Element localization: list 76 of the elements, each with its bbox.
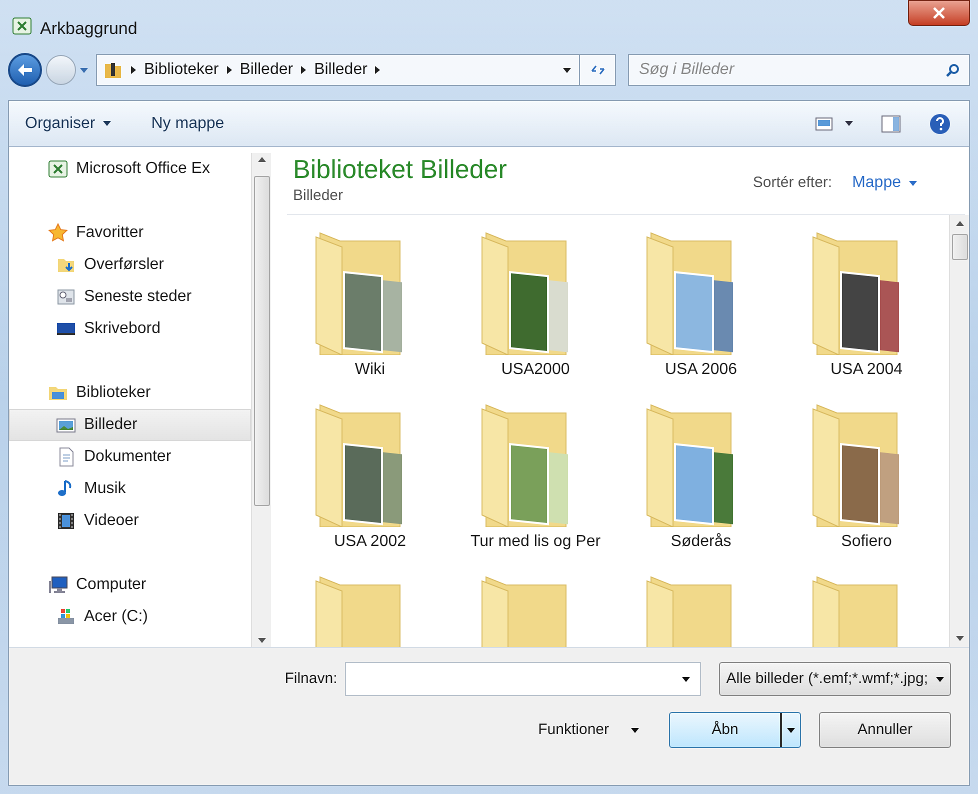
toolbar-button[interactable]: Ny mappe	[151, 112, 224, 136]
help-icon[interactable]	[929, 112, 951, 134]
scroll-thumb[interactable]	[254, 176, 270, 506]
folder-name: Sofiero	[840, 532, 893, 552]
cancel-button[interactable]: Annuller	[819, 712, 951, 748]
address-bar[interactable]: Biblioteker Billeder Billeder	[96, 54, 616, 86]
sidebar-item[interactable]: Computer	[9, 569, 251, 601]
scroll-thumb[interactable]	[952, 234, 968, 260]
recent-places-icon	[56, 287, 76, 307]
caret-icon	[631, 728, 639, 732]
scroll-down-icon[interactable]	[956, 636, 964, 641]
film-strip-icon	[56, 511, 76, 531]
folder-name: Søderås	[670, 532, 732, 552]
window-title: Arkbaggrund	[40, 18, 138, 40]
caret-icon	[103, 121, 112, 126]
folder-name: Tur med lis og Per	[469, 532, 602, 552]
library-title: Biblioteket Billeder	[293, 153, 507, 185]
folder-name: USA 2002	[332, 532, 408, 552]
refresh-arrows-icon	[590, 64, 606, 76]
open-button[interactable]: Åbn	[669, 712, 801, 748]
chevron-right-icon	[226, 66, 232, 74]
sort-label: Sortér efter:	[752, 172, 832, 193]
spreadsheet-icon	[48, 159, 68, 179]
drive-icon	[56, 607, 76, 627]
sidebar-item[interactable]: Videoer	[9, 505, 251, 537]
library-folder-icon	[103, 60, 123, 80]
breadcrumb[interactable]: Billeder	[240, 58, 294, 82]
breadcrumb[interactable]: Billeder	[314, 58, 368, 82]
sidebar-item[interactable]: Skrivebord	[9, 313, 251, 345]
caret-icon	[563, 68, 571, 72]
star-icon	[48, 223, 68, 243]
library-subtitle: Billeder	[293, 186, 344, 206]
search-field[interactable]: Søg i Billeder	[628, 54, 970, 86]
scroll-up-icon[interactable]	[956, 221, 964, 226]
preview-pane-icon[interactable]	[881, 114, 901, 132]
chevron-right-icon	[301, 66, 306, 74]
sidebar-item[interactable]: Acer (C:)	[9, 601, 251, 633]
sidebar-item[interactable]: Billeder	[9, 409, 251, 441]
filename-field[interactable]	[345, 662, 702, 696]
breadcrumb[interactable]: Biblioteker	[144, 58, 219, 82]
caret-icon	[845, 121, 853, 126]
history-caret-icon	[80, 68, 88, 72]
sidebar-item[interactable]: Dokumenter	[9, 441, 251, 473]
caret-icon	[936, 676, 944, 682]
chevron-right-icon	[375, 66, 380, 74]
filename-label: Filnavn:	[284, 668, 338, 689]
close-icon	[933, 7, 945, 19]
scroll-up-icon[interactable]	[258, 157, 266, 162]
scrollbar[interactable]	[251, 153, 271, 647]
file-type-dropdown[interactable]: Alle billeder (*.emf;*.wmf;*.jpg;	[719, 662, 951, 696]
caret-icon	[787, 728, 795, 732]
sort-dropdown[interactable]: Mappe	[852, 171, 917, 195]
sidebar-item[interactable]: Biblioteker	[9, 377, 251, 409]
folder-name: USA2000	[500, 360, 571, 380]
folder-name: USA 2004	[829, 360, 904, 380]
scrollbar[interactable]	[949, 215, 969, 647]
computer-icon	[48, 575, 68, 595]
folder-name: USA 2006	[664, 360, 738, 380]
back-arrow-icon	[17, 63, 33, 77]
sidebar-item[interactable]: Overførsler	[9, 249, 251, 281]
sidebar-item[interactable]: Favoritter	[9, 217, 251, 249]
back-button[interactable]	[8, 53, 42, 87]
sidebar-item[interactable]: Microsoft Office Ex	[9, 153, 251, 185]
spreadsheet-icon	[12, 16, 32, 36]
sidebar-item[interactable]: Seneste steder	[9, 281, 251, 313]
scroll-down-icon[interactable]	[258, 638, 266, 643]
view-icon[interactable]	[815, 116, 833, 130]
chevron-right-icon	[131, 66, 136, 74]
caret-icon	[682, 676, 690, 682]
search-icon	[946, 63, 960, 77]
close-button[interactable]	[908, 0, 970, 26]
folder-name: Wiki	[354, 360, 386, 380]
sidebar-item[interactable]: Musik	[9, 473, 251, 505]
toolbar-button[interactable]: Organiser	[25, 112, 112, 136]
tools-dropdown[interactable]: Funktioner	[538, 718, 639, 742]
caret-icon	[909, 180, 917, 186]
